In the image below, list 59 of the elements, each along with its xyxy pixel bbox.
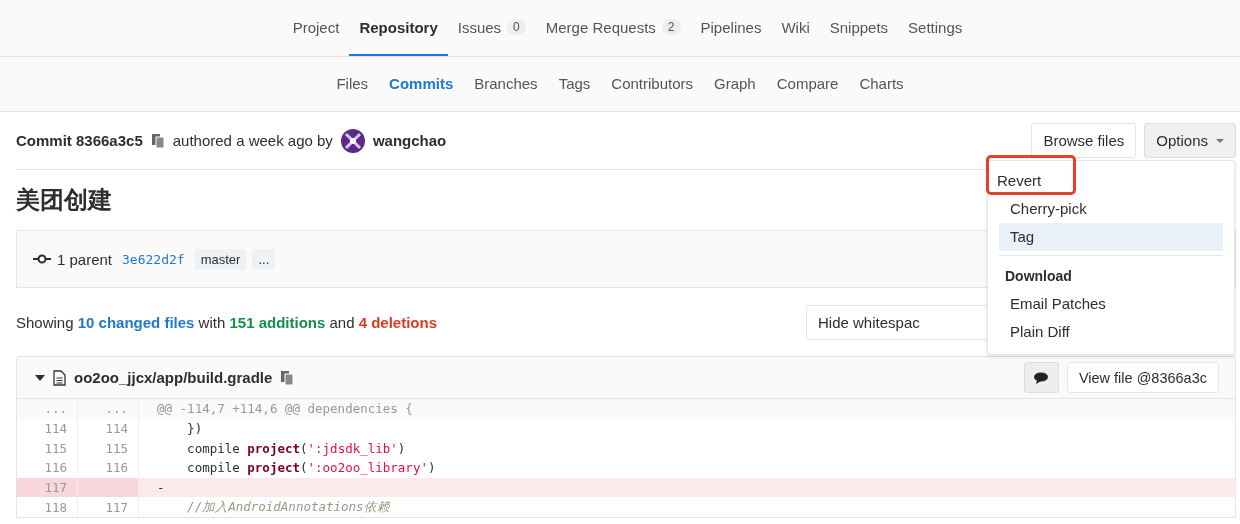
avatar-icon[interactable]: [340, 128, 365, 153]
ref-label[interactable]: master: [194, 248, 247, 270]
nav-tab[interactable]: Project: [282, 0, 350, 56]
code-line: }): [138, 418, 1235, 439]
line-number: 117: [17, 477, 78, 498]
subnav-tab[interactable]: Graph: [703, 57, 767, 111]
subnav-tab[interactable]: Commits: [378, 57, 464, 111]
count-badge: 0: [507, 19, 526, 35]
code-line: compile project(':jdsdk_lib'): [138, 438, 1235, 459]
nav-tab[interactable]: Settings: [898, 0, 973, 56]
copy-icon[interactable]: [280, 369, 295, 386]
commit-message: 美团创建: [16, 185, 112, 215]
ref-label[interactable]: ...: [252, 248, 276, 270]
line-number: ...: [17, 399, 78, 419]
line-number: 116: [77, 458, 139, 478]
speech-bubble-icon: [1034, 371, 1049, 384]
count-badge: 2: [661, 19, 681, 35]
subnav-tab[interactable]: Charts: [848, 57, 915, 111]
line-number: ...: [77, 399, 139, 419]
code-line: //加入AndroidAnnotations依赖: [138, 497, 1235, 518]
subnav-tab[interactable]: Tags: [548, 57, 601, 111]
caret-down-icon[interactable]: [35, 374, 45, 381]
diff-stats-text: Showing 10 changed files with 151 additions and 4 deletions: [16, 313, 438, 331]
menu-item[interactable]: Revert: [986, 155, 1076, 195]
line-number: 117: [77, 497, 139, 518]
code-line: compile project(':oo2oo_library'): [138, 458, 1235, 478]
nav-tab[interactable]: Wiki: [771, 0, 820, 56]
subnav-tab[interactable]: Contributors: [600, 57, 704, 111]
subnav-tab[interactable]: Files: [325, 57, 379, 111]
view-file-button[interactable]: View file @8366a3c: [1066, 362, 1219, 393]
file-path: oo2oo_jjcx/app/build.gradle: [74, 369, 273, 386]
nav-tab[interactable]: Merge Requests 2: [535, 0, 691, 56]
copy-icon[interactable]: [150, 132, 165, 149]
file-icon: [53, 369, 66, 386]
commit-icon: [33, 254, 51, 264]
line-number: 118: [17, 497, 78, 518]
menu-item[interactable]: Cherry-pick: [999, 195, 1223, 223]
nav-tab[interactable]: Snippets: [819, 0, 899, 56]
parent-label: 1 parent: [57, 250, 113, 268]
options-button[interactable]: Options: [1144, 123, 1236, 158]
nav-tab[interactable]: Issues 0: [447, 0, 536, 56]
comment-button[interactable]: [1023, 362, 1059, 393]
line-number: 114: [77, 418, 139, 439]
line-number: 115: [77, 438, 139, 459]
subnav-tab[interactable]: Compare: [766, 57, 849, 111]
line-number: 115: [17, 438, 78, 459]
menu-header: Download: [1004, 267, 1073, 286]
line-number: 116: [17, 458, 78, 478]
line-number: 114: [17, 418, 78, 439]
nav-tab[interactable]: Pipelines: [690, 0, 772, 56]
browse-files-button[interactable]: Browse files: [1031, 123, 1137, 158]
authored-text: authored a week ago by: [172, 132, 333, 149]
author-link[interactable]: wangchao: [372, 132, 447, 149]
menu-item[interactable]: Tag: [999, 223, 1223, 251]
commit-title: Commit 8366a3c5: [16, 132, 143, 149]
menu-item[interactable]: Email Patches: [999, 290, 1223, 318]
menu-item[interactable]: Plain Diff: [999, 318, 1223, 346]
parent-sha-link[interactable]: 3e622d2f: [122, 251, 185, 267]
subnav-tab[interactable]: Branches: [463, 57, 549, 111]
